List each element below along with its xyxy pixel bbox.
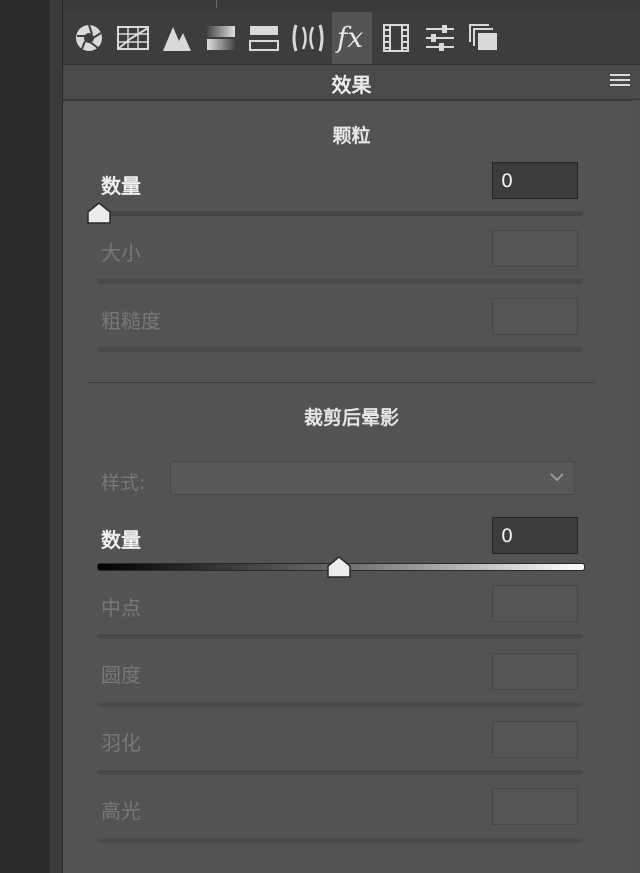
tool-curve[interactable] — [113, 12, 153, 64]
tone-curve-icon — [163, 27, 191, 51]
vignette-highlights-label: 高光 — [101, 799, 141, 823]
vignette-feather-slider-track — [97, 770, 583, 775]
vignette-roundness-field — [492, 653, 578, 690]
tool-effects[interactable]: fx — [332, 12, 372, 64]
grain-size-label: 大小 — [101, 241, 141, 265]
section-divider — [88, 382, 594, 383]
sliders-icon — [426, 25, 454, 51]
top-strip — [63, 0, 640, 12]
tool-basic[interactable] — [69, 12, 109, 64]
grain-amount-input[interactable] — [493, 163, 577, 198]
panel-header: 效果 — [63, 65, 640, 101]
vignette-midpoint-slider-track — [97, 634, 583, 639]
lens-icon — [292, 24, 324, 52]
vignette-roundness-slider-track — [97, 702, 583, 707]
chevron-down-icon — [550, 473, 564, 482]
vignette-midpoint-field — [492, 585, 578, 622]
grain-roughness-label: 粗糙度 — [101, 309, 161, 333]
vignette-amount-label: 数量 — [101, 528, 141, 552]
vignette-style-select[interactable] — [170, 461, 575, 495]
grain-size-slider-track — [97, 279, 583, 284]
vignette-amount-input[interactable] — [493, 518, 577, 553]
tool-presets[interactable] — [420, 12, 460, 64]
vignette-amount-slider-thumb[interactable] — [327, 556, 351, 578]
tool-snapshots[interactable] — [464, 12, 504, 64]
fx-effects-icon: fx — [335, 22, 363, 54]
grain-section-title: 颗粒 — [332, 125, 371, 147]
tool-lens[interactable] — [288, 12, 328, 64]
vignette-midpoint-label: 中点 — [101, 596, 141, 620]
split-gradient-icon — [207, 26, 235, 50]
hsl-panel-icon — [249, 26, 279, 51]
panel-scrollbar[interactable] — [632, 100, 640, 873]
vignette-highlights-slider-track — [97, 838, 583, 843]
vignette-section-title: 裁剪后晕影 — [303, 407, 399, 429]
grain-roughness-field — [492, 298, 578, 335]
left-dark-area — [0, 0, 50, 873]
grain-size-field — [492, 230, 578, 267]
vignette-highlights-field — [492, 788, 578, 825]
svg-text:fx: fx — [335, 22, 363, 54]
grain-amount-slider-thumb[interactable] — [87, 202, 111, 224]
tool-split-toning[interactable] — [244, 12, 284, 64]
grain-roughness-slider-track — [97, 347, 583, 352]
tool-hsl[interactable] — [201, 12, 241, 64]
film-strip-icon — [383, 24, 409, 52]
vignette-feather-label: 羽化 — [101, 731, 141, 755]
snapshots-icon — [469, 24, 497, 50]
tool-camera-calibration[interactable] — [376, 12, 416, 64]
panel-toolbar: fx — [63, 12, 640, 65]
aperture-icon — [76, 24, 102, 51]
panel-menu-icon[interactable] — [610, 74, 630, 88]
panel-title: 效果 — [331, 73, 372, 97]
panel-scroll-edge — [50, 0, 63, 873]
effects-panel: fx 效果 颗粒 数量 0 大小 粗糙度 裁剪后晕影 样式: 数量 0 中点 圆… — [63, 0, 640, 873]
vignette-roundness-label: 圆度 — [101, 663, 141, 687]
vignette-amount-field[interactable] — [492, 517, 578, 554]
grain-amount-field[interactable] — [492, 162, 578, 199]
grain-amount-slider-track[interactable] — [97, 211, 583, 216]
vignette-style-label: 样式: — [101, 472, 146, 494]
histogram-grid-icon — [117, 26, 149, 50]
tool-detail[interactable] — [157, 12, 197, 64]
grain-amount-label: 数量 — [101, 174, 141, 198]
vignette-feather-field — [492, 721, 578, 758]
